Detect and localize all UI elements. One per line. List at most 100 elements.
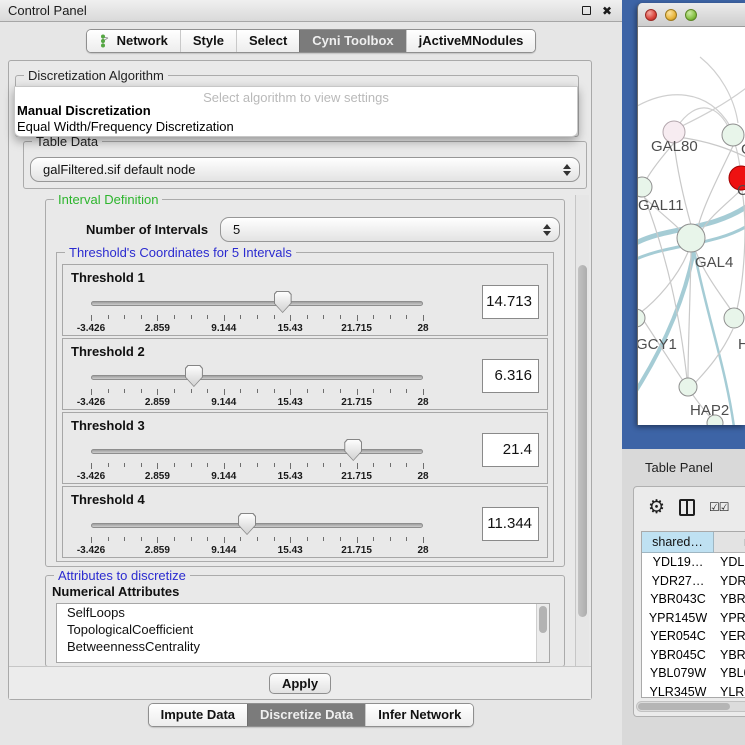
- table-row[interactable]: YBL079WYBL0: [642, 664, 745, 683]
- thresholds-group: Threshold's Coordinates for 5 Intervals …: [56, 252, 554, 562]
- table-cell[interactable]: YBL079W: [642, 664, 714, 683]
- network-node[interactable]: [724, 308, 744, 328]
- network-node[interactable]: [677, 224, 705, 252]
- slider-tick: [274, 389, 275, 393]
- close-traffic-light-icon[interactable]: [645, 9, 657, 21]
- table-cell[interactable]: YER054C: [642, 627, 714, 646]
- threshold-value-field[interactable]: 21.4: [482, 433, 539, 467]
- interval-definition-group: Interval Definition Number of Intervals …: [45, 199, 565, 567]
- table-row[interactable]: YBR045CYBR0: [642, 646, 745, 665]
- tab-cyni-toolbox[interactable]: Cyni Toolbox: [299, 30, 405, 52]
- table-cell[interactable]: YBR0: [714, 646, 745, 665]
- table-row[interactable]: YDL19…YDL1: [642, 553, 745, 572]
- tab-network[interactable]: Network: [87, 30, 180, 52]
- attribute-list-item[interactable]: SelfLoops: [57, 604, 549, 621]
- zoom-traffic-light-icon[interactable]: [685, 9, 697, 21]
- slider-tick: [91, 537, 92, 543]
- slider-tick-label: 9.144: [211, 397, 236, 408]
- threshold-value-field[interactable]: 6.316: [482, 359, 539, 393]
- threshold-value-field[interactable]: 11.344: [482, 507, 539, 541]
- network-view-window[interactable]: GAL80GAL11GAL4GCY1HAP2GCH: [637, 3, 745, 425]
- tab-jactivemnodules[interactable]: jActiveMNodules: [406, 30, 536, 52]
- slider-tick: [323, 389, 324, 393]
- table-cell[interactable]: YBR045C: [642, 646, 714, 665]
- slider-track[interactable]: [91, 301, 423, 306]
- table-column-header[interactable]: shared…: [642, 532, 714, 553]
- algorithm-option[interactable]: Equal Width/Frequency Discretization: [15, 119, 577, 135]
- table-data-select[interactable]: galFiltered.sif default node: [30, 157, 580, 182]
- node-attribute-table[interactable]: shared…n YDL19…YDL1YDR27…YDR2YBR043CYBR0…: [641, 531, 745, 698]
- network-canvas[interactable]: GAL80GAL11GAL4GCY1HAP2GCH: [638, 27, 745, 425]
- table-cell[interactable]: YLR345W: [642, 683, 714, 699]
- table-row[interactable]: YER054CYER0: [642, 627, 745, 646]
- network-node-label: GCY1: [638, 336, 677, 353]
- slider-tick: [357, 537, 358, 543]
- table-cell[interactable]: YDR2: [714, 572, 745, 591]
- apply-button[interactable]: Apply: [269, 673, 331, 694]
- table-columns-icon[interactable]: [679, 499, 695, 516]
- slider-tick: [108, 537, 109, 541]
- slider-tick: [423, 537, 424, 543]
- control-panel-titlebar[interactable]: Control Panel ✖: [0, 0, 622, 22]
- tab-discretize-data[interactable]: Discretize Data: [247, 704, 365, 726]
- slider-tick: [157, 537, 158, 543]
- slider-tick: [257, 537, 258, 541]
- numerical-attributes-list[interactable]: SelfLoopsTopologicalCoefficientBetweenne…: [56, 603, 550, 663]
- number-of-intervals-select[interactable]: 5: [220, 217, 560, 242]
- slider-handle[interactable]: [344, 439, 362, 461]
- table-cell[interactable]: YDR27…: [642, 572, 714, 591]
- checkbox-icons[interactable]: ☑☑: [709, 500, 729, 514]
- slider-tick: [91, 463, 92, 469]
- slider-track[interactable]: [91, 449, 423, 454]
- slider-tick-label: 9.144: [211, 545, 236, 556]
- attribute-list-item[interactable]: BetweennessCentrality: [57, 638, 549, 655]
- tab-infer-network[interactable]: Infer Network: [365, 704, 473, 726]
- gear-icon[interactable]: ⚙: [648, 498, 665, 517]
- threshold-value-field[interactable]: 14.713: [482, 285, 539, 319]
- table-cell[interactable]: YPR1: [714, 609, 745, 628]
- table-cell[interactable]: YPR145W: [642, 609, 714, 628]
- algorithm-option[interactable]: Manual Discretization: [15, 103, 577, 119]
- network-node[interactable]: [679, 378, 697, 396]
- table-horizontal-scrollbar[interactable]: [636, 701, 745, 712]
- table-cell[interactable]: YBR0: [714, 590, 745, 609]
- slider-tick: [207, 315, 208, 319]
- settings-scrollbar[interactable]: [575, 195, 589, 667]
- network-edge[interactable]: [638, 95, 730, 126]
- slider-tick: [141, 463, 142, 467]
- list-scrollbar[interactable]: [536, 604, 549, 662]
- tab-select[interactable]: Select: [236, 30, 299, 52]
- slider-handle[interactable]: [274, 291, 292, 313]
- tab-impute-data[interactable]: Impute Data: [149, 704, 247, 726]
- slider-tick: [108, 315, 109, 319]
- table-cell[interactable]: YDL1: [714, 553, 745, 572]
- table-cell[interactable]: YER0: [714, 627, 745, 646]
- table-row[interactable]: YLR345WYLR3: [642, 683, 745, 699]
- table-row[interactable]: YBR043CYBR0: [642, 590, 745, 609]
- network-window-titlebar[interactable]: [638, 3, 745, 27]
- table-cell[interactable]: YDL19…: [642, 553, 714, 572]
- slider-handle[interactable]: [238, 513, 256, 535]
- table-cell[interactable]: YLR3: [714, 683, 745, 699]
- network-node[interactable]: [638, 309, 645, 327]
- table-row[interactable]: YDR27…YDR2: [642, 572, 745, 591]
- table-column-header[interactable]: n: [714, 532, 745, 553]
- slider-tick-label: 15.43: [278, 545, 303, 556]
- threshold-panel: Threshold 4 11.344 -3.4262.8599.14415.43…: [62, 486, 548, 558]
- slider-track[interactable]: [91, 523, 423, 528]
- table-data-selected-value: galFiltered.sif default node: [43, 162, 563, 177]
- table-cell[interactable]: YBR043C: [642, 590, 714, 609]
- control-panel-window: Control Panel ✖ NetworkStyleSelectCyni T…: [0, 0, 622, 745]
- network-node[interactable]: [638, 177, 652, 197]
- slider-track[interactable]: [91, 375, 423, 380]
- table-cell[interactable]: YBL0: [714, 664, 745, 683]
- slider-handle[interactable]: [185, 365, 203, 387]
- slider-tick: [91, 389, 92, 395]
- table-row[interactable]: YPR145WYPR1: [642, 609, 745, 628]
- attribute-list-item[interactable]: TopologicalCoefficient: [57, 621, 549, 638]
- close-window-icon[interactable]: ✖: [600, 4, 614, 18]
- window-title: Control Panel: [8, 3, 87, 18]
- tab-style[interactable]: Style: [180, 30, 236, 52]
- minimize-traffic-light-icon[interactable]: [665, 9, 677, 21]
- float-window-icon[interactable]: [579, 4, 593, 18]
